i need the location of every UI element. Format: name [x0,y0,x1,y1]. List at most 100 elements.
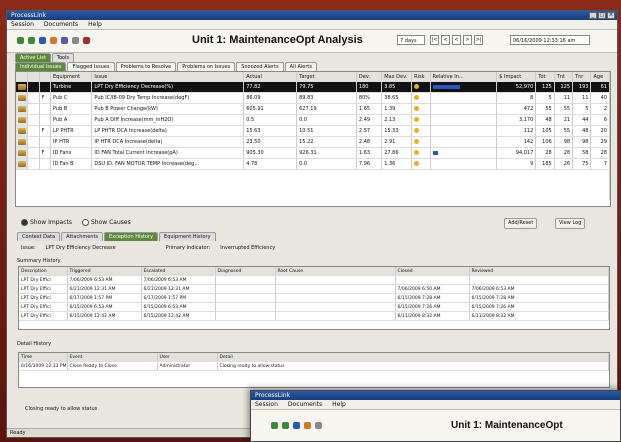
grid-column-header[interactable]: Max Dev. [381,72,413,82]
grid-column-header[interactable]: Equipment [50,72,93,82]
history-cell: LPT Dry Effici [19,275,68,285]
tab-individual-issues[interactable]: Individual Issues [15,62,67,71]
grid-column-header[interactable]: Tnr [572,72,592,82]
grid-column-header[interactable]: Tnt [554,72,574,82]
nav-next-button[interactable]: > [463,35,472,45]
tab-exception-history[interactable]: Exception History [104,232,159,241]
history-column-header[interactable]: Root Cause [275,267,396,276]
grid-column-header[interactable]: Tot [535,72,555,82]
menu-documents[interactable]: Documents [42,20,80,29]
date-field[interactable]: 06/16/2009 12:33:16 am [510,35,590,45]
nav-prev-button[interactable]: < [441,35,450,45]
home-icon[interactable] [39,37,46,44]
maximize-button[interactable]: □ [598,12,606,19]
tab-problems-to-resolve[interactable]: Problems to Resolve [115,62,177,71]
cell-dev: 2.48 [356,136,383,148]
detail-column-header[interactable]: User [157,353,218,362]
table-row[interactable]: F ID Fans ID FAN Total Current Increase(pA… [16,147,610,159]
detail-column-header[interactable]: Event [67,353,158,362]
history-column-header[interactable]: Diagnosed [215,267,276,276]
table-row[interactable]: Pub A Pub A Diff Increase(mm_inH2O) 0.5 0.0… [16,114,610,126]
detail-history-label: Detail History [17,341,52,347]
table-row[interactable]: F Pub C Pub IC/IB-09 Dry Temp Increase(deg… [16,92,610,104]
history-cell: LPT Dry Effici [19,302,68,312]
history-column-header[interactable]: Escalated [141,267,216,276]
table-row[interactable]: ID Fan B DSU ID. FAN MOTOR TEMP Increase(… [16,158,610,170]
second-menu-help[interactable]: Help [330,400,348,409]
nav-last-button[interactable]: >| [474,35,483,45]
table-row[interactable]: Pub B Pub B Power Change(kW) 605.91 627.19 1… [16,103,610,115]
grid-column-header[interactable] [16,72,28,82]
cell-impact: 94,017 [496,147,537,159]
tab-snoozed-alerts[interactable]: Snoozed Alerts [236,62,284,71]
menu-help[interactable]: Help [86,20,104,29]
tab-context-data[interactable]: Context Data [17,232,61,241]
grid-column-header[interactable]: $ Impact [496,72,537,82]
history-cell [275,302,396,312]
detail-column-header[interactable]: Time [19,353,68,362]
nav-back-button[interactable]: < [452,35,461,45]
second-settings-icon[interactable] [315,422,322,429]
table-row[interactable]: F LP PHTR LP PHTR DCA Increase(delta) 15.63… [16,125,610,137]
detail-row[interactable]: 6/16/2009 12:33 PM Close Ready to Close Ad… [19,361,609,371]
second-refresh-icon[interactable] [304,422,311,429]
history-cell: 6/17/2009 1:57 PM [141,293,216,303]
grid-column-header[interactable]: Risk [411,72,431,82]
tab-active-list[interactable]: Active List [15,53,51,62]
tab-problems-on-issues[interactable]: Problems on Issues [177,62,236,71]
cell-issue: ID FAN Total Current Increase(pA) [91,147,245,159]
grid-column-header[interactable]: Target [296,72,357,82]
second-forward-icon[interactable] [282,422,289,429]
cell-actual: 0.5 [243,114,298,126]
history-row[interactable]: LPT Dry Effici 6/15/2009 12:42 AM 6/15/200… [19,311,609,321]
history-cell: 7/06/2009 6:53 AM [469,284,609,294]
grid-column-header[interactable]: Age [590,72,610,82]
second-menu-session[interactable]: Session [253,400,280,409]
history-column-header[interactable]: Description [19,267,68,276]
second-window[interactable]: ProcessLink Session Documents Help Unit … [250,390,621,442]
history-row[interactable]: LPT Dry Effici 7/06/2009 6:53 AM 7/06/2009… [19,275,609,285]
second-back-icon[interactable] [271,422,278,429]
tab-tools[interactable]: Tools [51,53,75,62]
help-icon[interactable] [83,37,90,44]
close-button[interactable]: × [607,12,615,19]
detail-column-header[interactable]: Detail [217,353,609,362]
show-impacts-radio[interactable]: Show Impacts [21,219,72,226]
period-select[interactable]: 7 days [397,35,425,45]
history-row[interactable]: LPT Dry Effici 6/15/2009 6:53 AM 6/15/2009… [19,302,609,312]
add-reset-button[interactable]: Add/Reset [504,218,538,229]
grid-column-header[interactable]: Relative In... [430,72,498,82]
tab-all-alerts[interactable]: All Alerts [284,62,317,71]
show-causes-radio[interactable]: Show Causes [81,219,131,226]
menu-session[interactable]: Session [9,20,36,29]
refresh-icon[interactable] [50,37,57,44]
equipment-icon [18,105,26,112]
grid-column-header[interactable]: Issue [91,72,245,82]
grid-column-header[interactable]: Dev. [356,72,383,82]
tab-flagged-issues[interactable]: Flagged Issues [67,62,115,71]
cell-tot: 106 [535,136,555,148]
history-column-header[interactable]: Reviewed [469,267,609,276]
history-row[interactable]: LPT Dry Effici 6/21/2009 12:31 AM 6/21/200… [19,284,609,294]
tab-equipment-history[interactable]: Equipment History [159,232,216,241]
table-row[interactable]: Turbine LPT Dry Efficiency Decrease(%) 77.… [16,81,610,93]
back-icon[interactable] [17,37,24,44]
settings-icon[interactable] [72,37,79,44]
table-row[interactable]: IP HTR IP HTR DCA Increase(delta) 23.50 15.… [16,136,610,148]
grid-column-header[interactable] [39,72,51,82]
tab-attachments[interactable]: Attachments [61,232,104,241]
forward-icon[interactable] [28,37,35,44]
nav-first-button[interactable]: |< [430,35,439,45]
grid-column-header[interactable]: Actual [243,72,298,82]
row-spacer-cell [27,125,40,137]
second-menu-documents[interactable]: Documents [286,400,324,409]
grid-column-header[interactable] [27,72,40,82]
history-row[interactable]: LPT Dry Effici 6/17/2009 1:57 PM 6/17/2009… [19,293,609,303]
minimize-button[interactable]: _ [589,12,597,19]
issue-value: LPT Dry Efficiency Decrease [45,245,116,251]
history-column-header[interactable]: Triggered [67,267,142,276]
history-column-header[interactable]: Closed [395,267,470,276]
print-icon[interactable] [61,37,68,44]
second-home-icon[interactable] [293,422,300,429]
view-log-button[interactable]: View Log [555,218,586,229]
